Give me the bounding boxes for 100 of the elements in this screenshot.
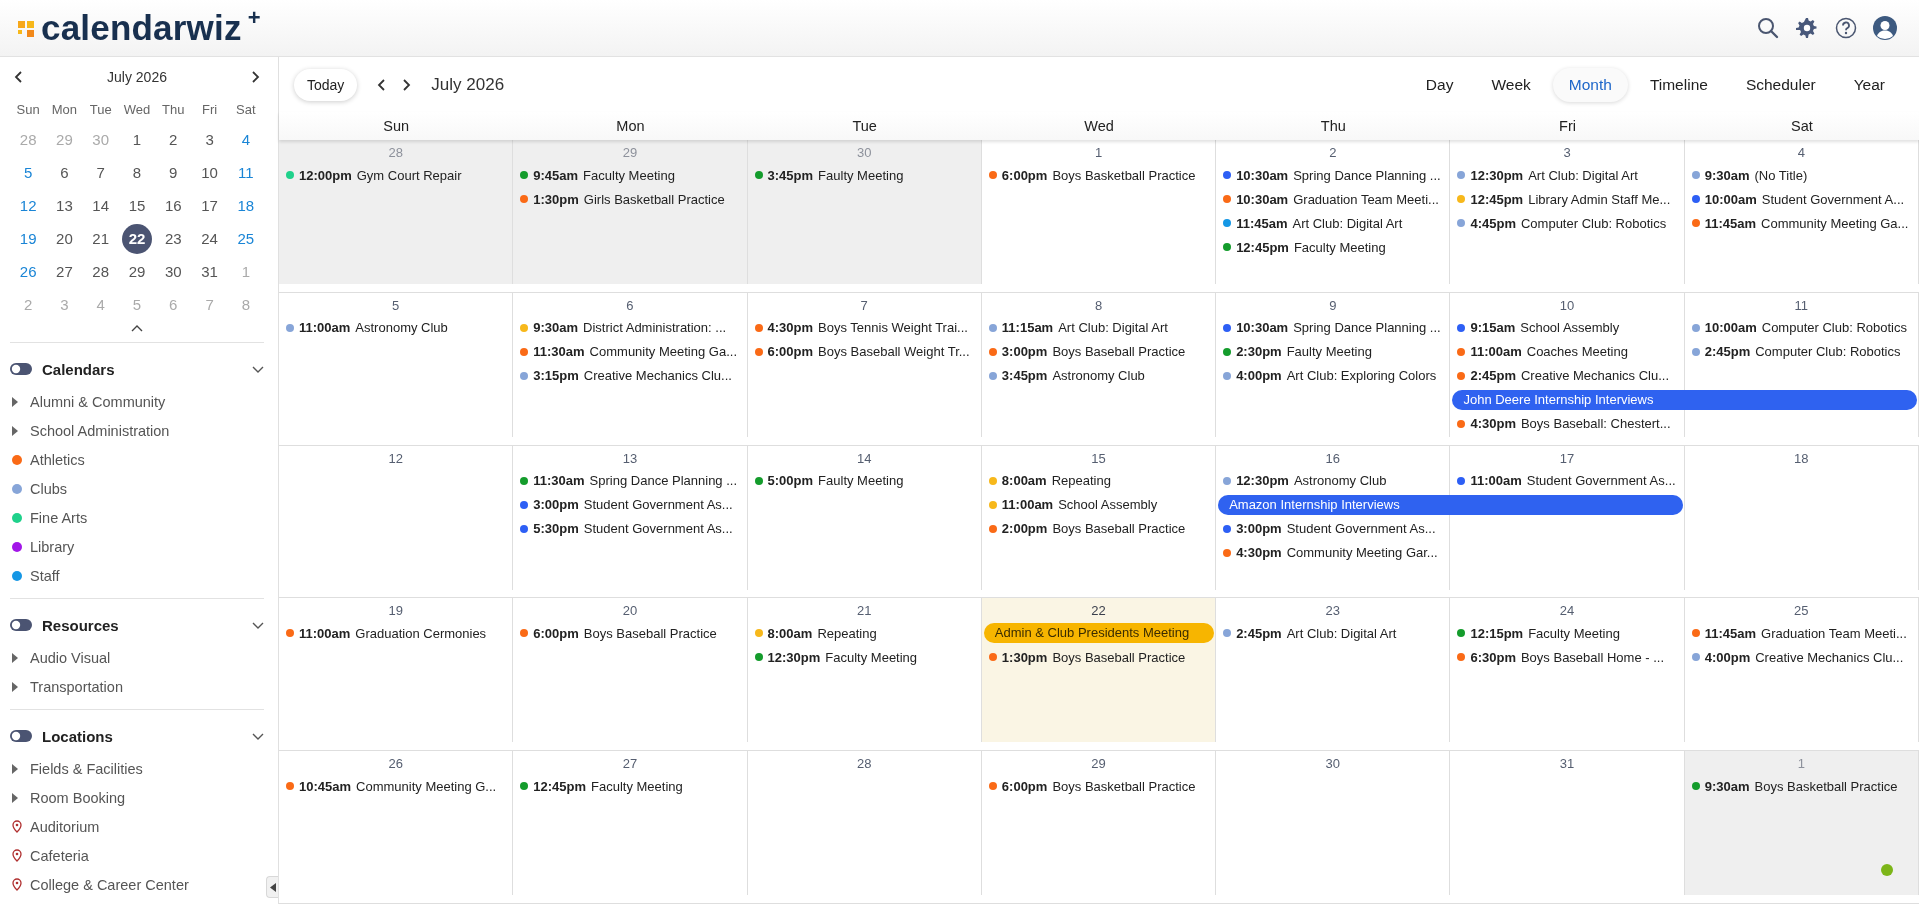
mini-calendar-day[interactable]: 3 bbox=[194, 124, 225, 155]
sidebar-item[interactable]: Audio Visual bbox=[30, 649, 111, 666]
toggle-icon[interactable] bbox=[10, 619, 32, 631]
mini-calendar-day[interactable]: 6 bbox=[49, 157, 80, 188]
event-item[interactable]: 4:30pm Boys Baseball: Chestert... bbox=[1450, 413, 1685, 434]
sidebar-item[interactable]: Clubs bbox=[30, 480, 68, 497]
event-item[interactable]: 6:00pm Boys Basketball Practice bbox=[981, 165, 1217, 185]
mini-calendar-day[interactable]: 23 bbox=[158, 223, 189, 254]
event-item[interactable]: 2:00pm Boys Baseball Practice bbox=[981, 518, 1217, 539]
event-item[interactable]: 10:30am Spring Dance Planning ... bbox=[1216, 165, 1451, 185]
event-item[interactable]: 4:00pm Creative Mechanics Clu... bbox=[1684, 647, 1919, 668]
toggle-icon[interactable] bbox=[10, 730, 32, 742]
event-item[interactable]: 6:00pm Boys Basketball Practice bbox=[981, 776, 1217, 797]
event-item[interactable]: 4:30pm Community Meeting Gar... bbox=[1216, 542, 1451, 563]
event-item[interactable]: 12:30pm Faculty Meeting bbox=[747, 647, 982, 668]
mini-calendar-day[interactable]: 11 bbox=[230, 157, 261, 188]
settings-icon[interactable] bbox=[1795, 17, 1819, 39]
event-item[interactable]: 9:30am (No Title) bbox=[1684, 165, 1919, 185]
mini-calendar-day[interactable]: 8 bbox=[122, 157, 152, 188]
mini-calendar-day[interactable]: 14 bbox=[85, 190, 116, 221]
mini-calendar-day[interactable]: 30 bbox=[158, 256, 189, 287]
mini-calendar-day[interactable]: 16 bbox=[158, 190, 189, 221]
event-item[interactable]: 4:45pm Computer Club: Robotics bbox=[1450, 213, 1685, 233]
mini-calendar-day[interactable]: 9 bbox=[158, 157, 189, 188]
sidebar-item[interactable]: Cafeteria bbox=[30, 847, 89, 864]
event-item[interactable]: 11:30am Spring Dance Planning ... bbox=[513, 470, 748, 491]
event-item[interactable]: 10:00am Computer Club: Robotics bbox=[1684, 317, 1919, 338]
mini-calendar-day[interactable]: 29 bbox=[122, 256, 152, 287]
event-item[interactable]: 11:45am Art Club: Digital Art bbox=[1216, 213, 1451, 233]
event-item[interactable]: 11:00am Graduation Cermonies bbox=[279, 623, 514, 644]
event-item[interactable]: 2:45pm Art Club: Digital Art bbox=[1216, 623, 1451, 644]
event-bar[interactable]: Amazon Internship Interviews bbox=[1218, 494, 1683, 515]
event-item[interactable]: 9:30am District Administration: ... bbox=[513, 317, 748, 338]
event-item[interactable]: 12:45pm Library Admin Staff Me... bbox=[1450, 189, 1685, 209]
mini-calendar-day[interactable]: 28 bbox=[85, 256, 116, 287]
collapse-caret-icon[interactable] bbox=[131, 325, 143, 332]
event-item[interactable]: 3:45pm Faulty Meeting bbox=[747, 165, 982, 185]
event-item[interactable]: 10:00am Student Government A... bbox=[1684, 189, 1919, 209]
sidebar-item[interactable]: Fine Arts bbox=[30, 509, 88, 526]
event-item[interactable]: 11:15am Art Club: Digital Art bbox=[981, 317, 1217, 338]
event-bar[interactable]: Admin & Club Presidents Meeting bbox=[983, 623, 1215, 644]
mini-calendar-day[interactable]: 1 bbox=[122, 124, 152, 155]
mini-calendar-day[interactable]: 25 bbox=[230, 223, 261, 254]
event-item[interactable]: 11:45am Graduation Team Meeti... bbox=[1684, 623, 1919, 644]
event-item[interactable]: 8:00am Repeating bbox=[981, 470, 1217, 491]
event-item[interactable]: 3:15pm Creative Mechanics Clu... bbox=[513, 365, 748, 386]
sidebar-item[interactable]: Athletics bbox=[30, 451, 85, 468]
event-item[interactable]: 6:30pm Boys Baseball Home - ... bbox=[1450, 647, 1685, 668]
sidebar-item[interactable]: School Administration bbox=[30, 422, 170, 439]
event-item[interactable]: 12:45pm Faculty Meeting bbox=[513, 776, 748, 797]
today-button[interactable]: Today bbox=[294, 68, 358, 101]
event-item[interactable]: 9:30am Boys Basketball Practice bbox=[1684, 776, 1919, 797]
mini-calendar-day[interactable]: 24 bbox=[194, 223, 225, 254]
view-tab[interactable]: Day bbox=[1409, 67, 1470, 102]
event-item[interactable]: 11:00am Student Government As... bbox=[1450, 470, 1685, 491]
view-tab[interactable]: Month bbox=[1552, 67, 1628, 102]
view-tab[interactable]: Scheduler bbox=[1729, 67, 1832, 102]
sidebar-item[interactable]: Alumni & Community bbox=[30, 393, 166, 410]
event-item[interactable]: 4:30pm Boys Tennis Weight Trai... bbox=[747, 317, 982, 338]
event-item[interactable]: 12:30pm Art Club: Digital Art bbox=[1450, 165, 1685, 185]
mini-calendar-day[interactable]: 22 bbox=[122, 223, 152, 254]
event-item[interactable]: 10:30am Graduation Team Meeti... bbox=[1216, 189, 1451, 209]
event-item[interactable]: 11:00am School Assembly bbox=[981, 494, 1217, 515]
view-tab[interactable]: Year bbox=[1837, 67, 1901, 102]
mini-calendar-day[interactable]: 31 bbox=[194, 256, 225, 287]
sidebar-item[interactable]: Auditorium bbox=[30, 818, 100, 835]
sidebar-collapse-handle[interactable] bbox=[266, 876, 278, 898]
mini-calendar-day[interactable]: 27 bbox=[49, 256, 80, 287]
next-icon[interactable] bbox=[402, 78, 412, 91]
event-item[interactable]: 5:30pm Student Government As... bbox=[513, 518, 748, 539]
previous-month-icon[interactable] bbox=[14, 71, 23, 83]
event-item[interactable]: 1:30pm Boys Baseball Practice bbox=[981, 647, 1217, 668]
event-item[interactable]: 8:00am Repeating bbox=[747, 623, 982, 644]
event-item[interactable]: 1:30pm Girls Basketball Practice bbox=[513, 189, 748, 209]
view-tab[interactable]: Timeline bbox=[1633, 67, 1724, 102]
mini-calendar-day[interactable]: 5 bbox=[13, 157, 44, 188]
event-item[interactable]: 3:45pm Astronomy Club bbox=[981, 365, 1217, 386]
event-item[interactable]: 2:45pm Creative Mechanics Clu... bbox=[1450, 365, 1685, 386]
mini-calendar-day[interactable]: 12 bbox=[13, 190, 44, 221]
event-item[interactable]: 3:00pm Boys Baseball Practice bbox=[981, 341, 1217, 362]
view-tab[interactable]: Week bbox=[1475, 67, 1547, 102]
chevron-down-icon[interactable] bbox=[252, 621, 264, 629]
event-item[interactable]: 12:00pm Gym Court Repair bbox=[279, 165, 514, 185]
sidebar-item[interactable]: Transportation bbox=[30, 678, 123, 695]
sidebar-item[interactable]: Room Booking bbox=[30, 789, 126, 806]
mini-calendar-day[interactable]: 20 bbox=[49, 223, 80, 254]
toggle-icon[interactable] bbox=[10, 363, 32, 375]
chevron-down-icon[interactable] bbox=[252, 365, 264, 373]
event-item[interactable]: 10:30am Spring Dance Planning ... bbox=[1216, 317, 1451, 338]
help-icon[interactable] bbox=[1835, 17, 1857, 39]
event-item[interactable]: 11:00am Astronomy Club bbox=[279, 317, 514, 338]
event-item[interactable]: 3:00pm Student Government As... bbox=[1216, 518, 1451, 539]
avatar-icon[interactable] bbox=[1873, 16, 1897, 40]
event-item[interactable]: 4:00pm Art Club: Exploring Colors bbox=[1216, 365, 1451, 386]
sidebar-item[interactable]: Staff bbox=[30, 567, 60, 584]
mini-calendar-day[interactable]: 18 bbox=[230, 190, 261, 221]
event-item[interactable]: 2:30pm Faulty Meeting bbox=[1216, 341, 1451, 362]
previous-icon[interactable] bbox=[377, 78, 387, 91]
event-item[interactable]: 6:00pm Boys Baseball Practice bbox=[513, 623, 748, 644]
chevron-down-icon[interactable] bbox=[252, 732, 264, 740]
